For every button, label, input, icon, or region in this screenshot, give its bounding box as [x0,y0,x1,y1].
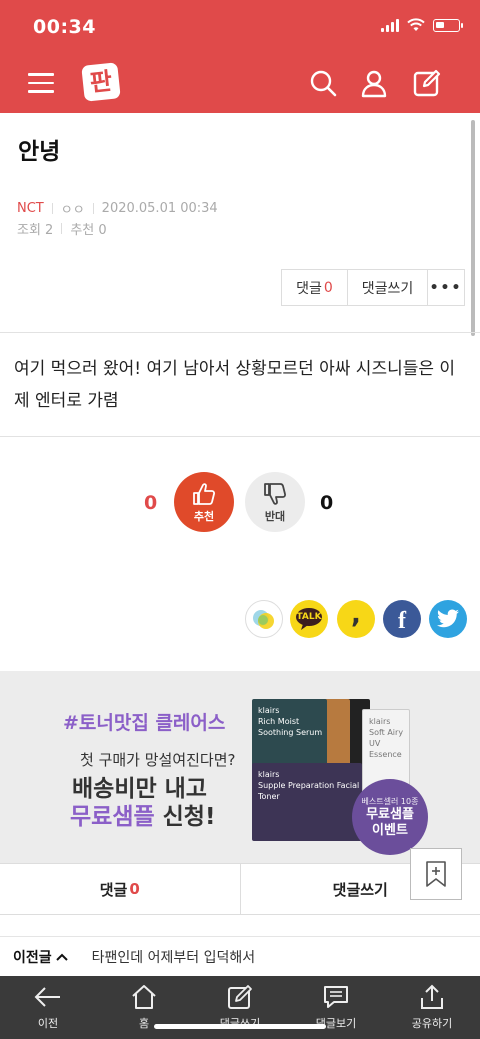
ad-banner[interactable]: #토너맛집 클레어스 첫 구매가 망설여진다면? 배송비만 내고 무료샘플 신청… [0,671,480,863]
cellular-signal-icon [381,18,399,32]
product-name: Supple Preparation Facial Toner [258,781,360,801]
upvote-count: 0 [144,492,158,514]
divider [51,203,53,214]
post-action-buttons: 댓글 0 댓글쓰기 ••• [281,269,465,306]
bookmark-button[interactable] [410,848,462,900]
ad-hashtag: #토너맛집 클레어스 [63,712,226,734]
home-icon [132,985,156,1009]
app-header: 00:34 판 [0,0,480,113]
ad-headline-rest: 신청! [154,804,216,830]
compose-icon[interactable] [412,68,442,98]
comment-button-label: 댓글 [296,280,322,297]
divider [61,223,63,234]
user-icon[interactable] [359,68,389,98]
post-meta: NCT ㅇㅇ 2020.05.01 00:34 [17,199,218,218]
post-body: 여기 먹으러 왔어! 여기 남아서 상황모르던 아싸 시즈니들은 이제 엔터로 … [14,359,456,411]
search-icon[interactable] [308,68,338,98]
write-comment-toolbar-button[interactable]: 댓글쓰기 [192,976,288,1039]
upvote-button[interactable]: 추천 [174,472,234,532]
twitter-icon [437,609,459,628]
status-icons [381,18,463,32]
product-name: Rich Moist Soothing Serum [258,717,323,737]
board-link[interactable]: NCT [17,201,44,216]
thumbs-down-icon [264,482,287,505]
comment-bar: 댓글 0 댓글쓰기 [0,863,480,915]
share-icon [421,984,443,1009]
ad-highlight: 무료샘플 [70,804,155,830]
product-brand: klairs [258,706,280,715]
previous-post-label: 이전글 [13,949,52,966]
twitter-share-button[interactable] [429,600,467,638]
app-logo[interactable]: 판 [81,62,121,102]
product-brand: klairs [258,770,280,779]
arrow-left-icon [34,987,60,1007]
ad-headline-2: 무료샘플 신청! [70,797,215,831]
home-indicator [154,1024,326,1029]
section-divider [0,436,480,437]
comment-button-count: 0 [323,279,333,296]
comments-tab-label: 댓글 [99,880,128,899]
product-name: Soft Airy UV Essence [369,728,404,759]
kakaostory-share-button[interactable] [245,600,283,638]
thumbs-up-icon [193,482,216,505]
back-label: 이전 [37,1017,59,1030]
write-comment-button[interactable]: 댓글쓰기 [348,270,428,305]
divider [92,203,94,214]
share-label: 공유하기 [411,1017,453,1030]
comment-count-button[interactable]: 댓글 0 [282,270,348,305]
comment-icon [324,986,348,1008]
badge-caption: 베스트셀러 10종 [361,796,419,806]
facebook-share-button[interactable]: f [383,600,421,638]
edit-icon [228,985,252,1009]
downvote-label: 반대 [264,509,286,523]
downvote-count: 0 [320,492,334,514]
post-stats: 조회 2 추천 0 [17,219,107,238]
upvote-label: 추천 [193,509,215,523]
kakaotalk-share-button[interactable]: TALK [290,600,328,638]
product-image: klairs Supple Preparation Facial Toner [252,763,362,841]
status-time: 00:34 [33,16,96,38]
view-comments-button[interactable]: 댓글보기 [288,976,384,1039]
comments-tab[interactable]: 댓글 0 [0,864,241,914]
product-brand: klairs [369,717,391,726]
previous-post-label-wrap: 이전글 [13,947,68,967]
chevron-up-icon [55,953,68,961]
badge-line-2: 이벤트 [372,822,408,838]
scrollbar[interactable] [471,120,475,336]
previous-post-row[interactable]: 이전글 타팬인데 어제부터 입덕해서 [0,936,480,976]
wifi-icon [407,18,425,31]
home-label: 홈 [138,1017,150,1030]
home-button[interactable]: 홈 [96,976,192,1039]
band-icon: , [351,600,361,630]
kakaotalk-label: TALK [296,612,322,622]
author-name: ㅇㅇ [60,203,85,218]
battery-icon [433,18,463,32]
ad-subtitle: 첫 구매가 망설여진다면? [80,751,236,769]
section-divider [0,332,480,333]
spacer [0,915,480,935]
post-datetime: 2020.05.01 00:34 [101,201,218,216]
badge-line-1: 무료샘플 [366,806,414,822]
back-button[interactable]: 이전 [0,976,96,1039]
recommend-count: 추천 0 [70,223,107,238]
bookmark-add-icon [426,861,446,887]
downvote-button[interactable]: 반대 [245,472,305,532]
previous-post-title[interactable]: 타팬인데 어제부터 입덕해서 [92,947,255,967]
share-button[interactable]: 공유하기 [384,976,480,1039]
post-title: 안녕 [18,139,61,165]
ad-event-badge: 베스트셀러 10종 무료샘플 이벤트 [352,779,428,855]
menu-icon[interactable] [28,73,54,93]
facebook-icon: f [398,607,406,634]
kakaostory-icon [253,610,274,629]
view-count: 조회 2 [17,223,54,238]
band-share-button[interactable]: , [337,600,375,638]
comments-tab-count: 0 [129,880,140,898]
bottom-toolbar: 이전 홈 댓글쓰기 댓글보기 공유하기 [0,976,480,1039]
more-options-button[interactable]: ••• [428,270,464,305]
